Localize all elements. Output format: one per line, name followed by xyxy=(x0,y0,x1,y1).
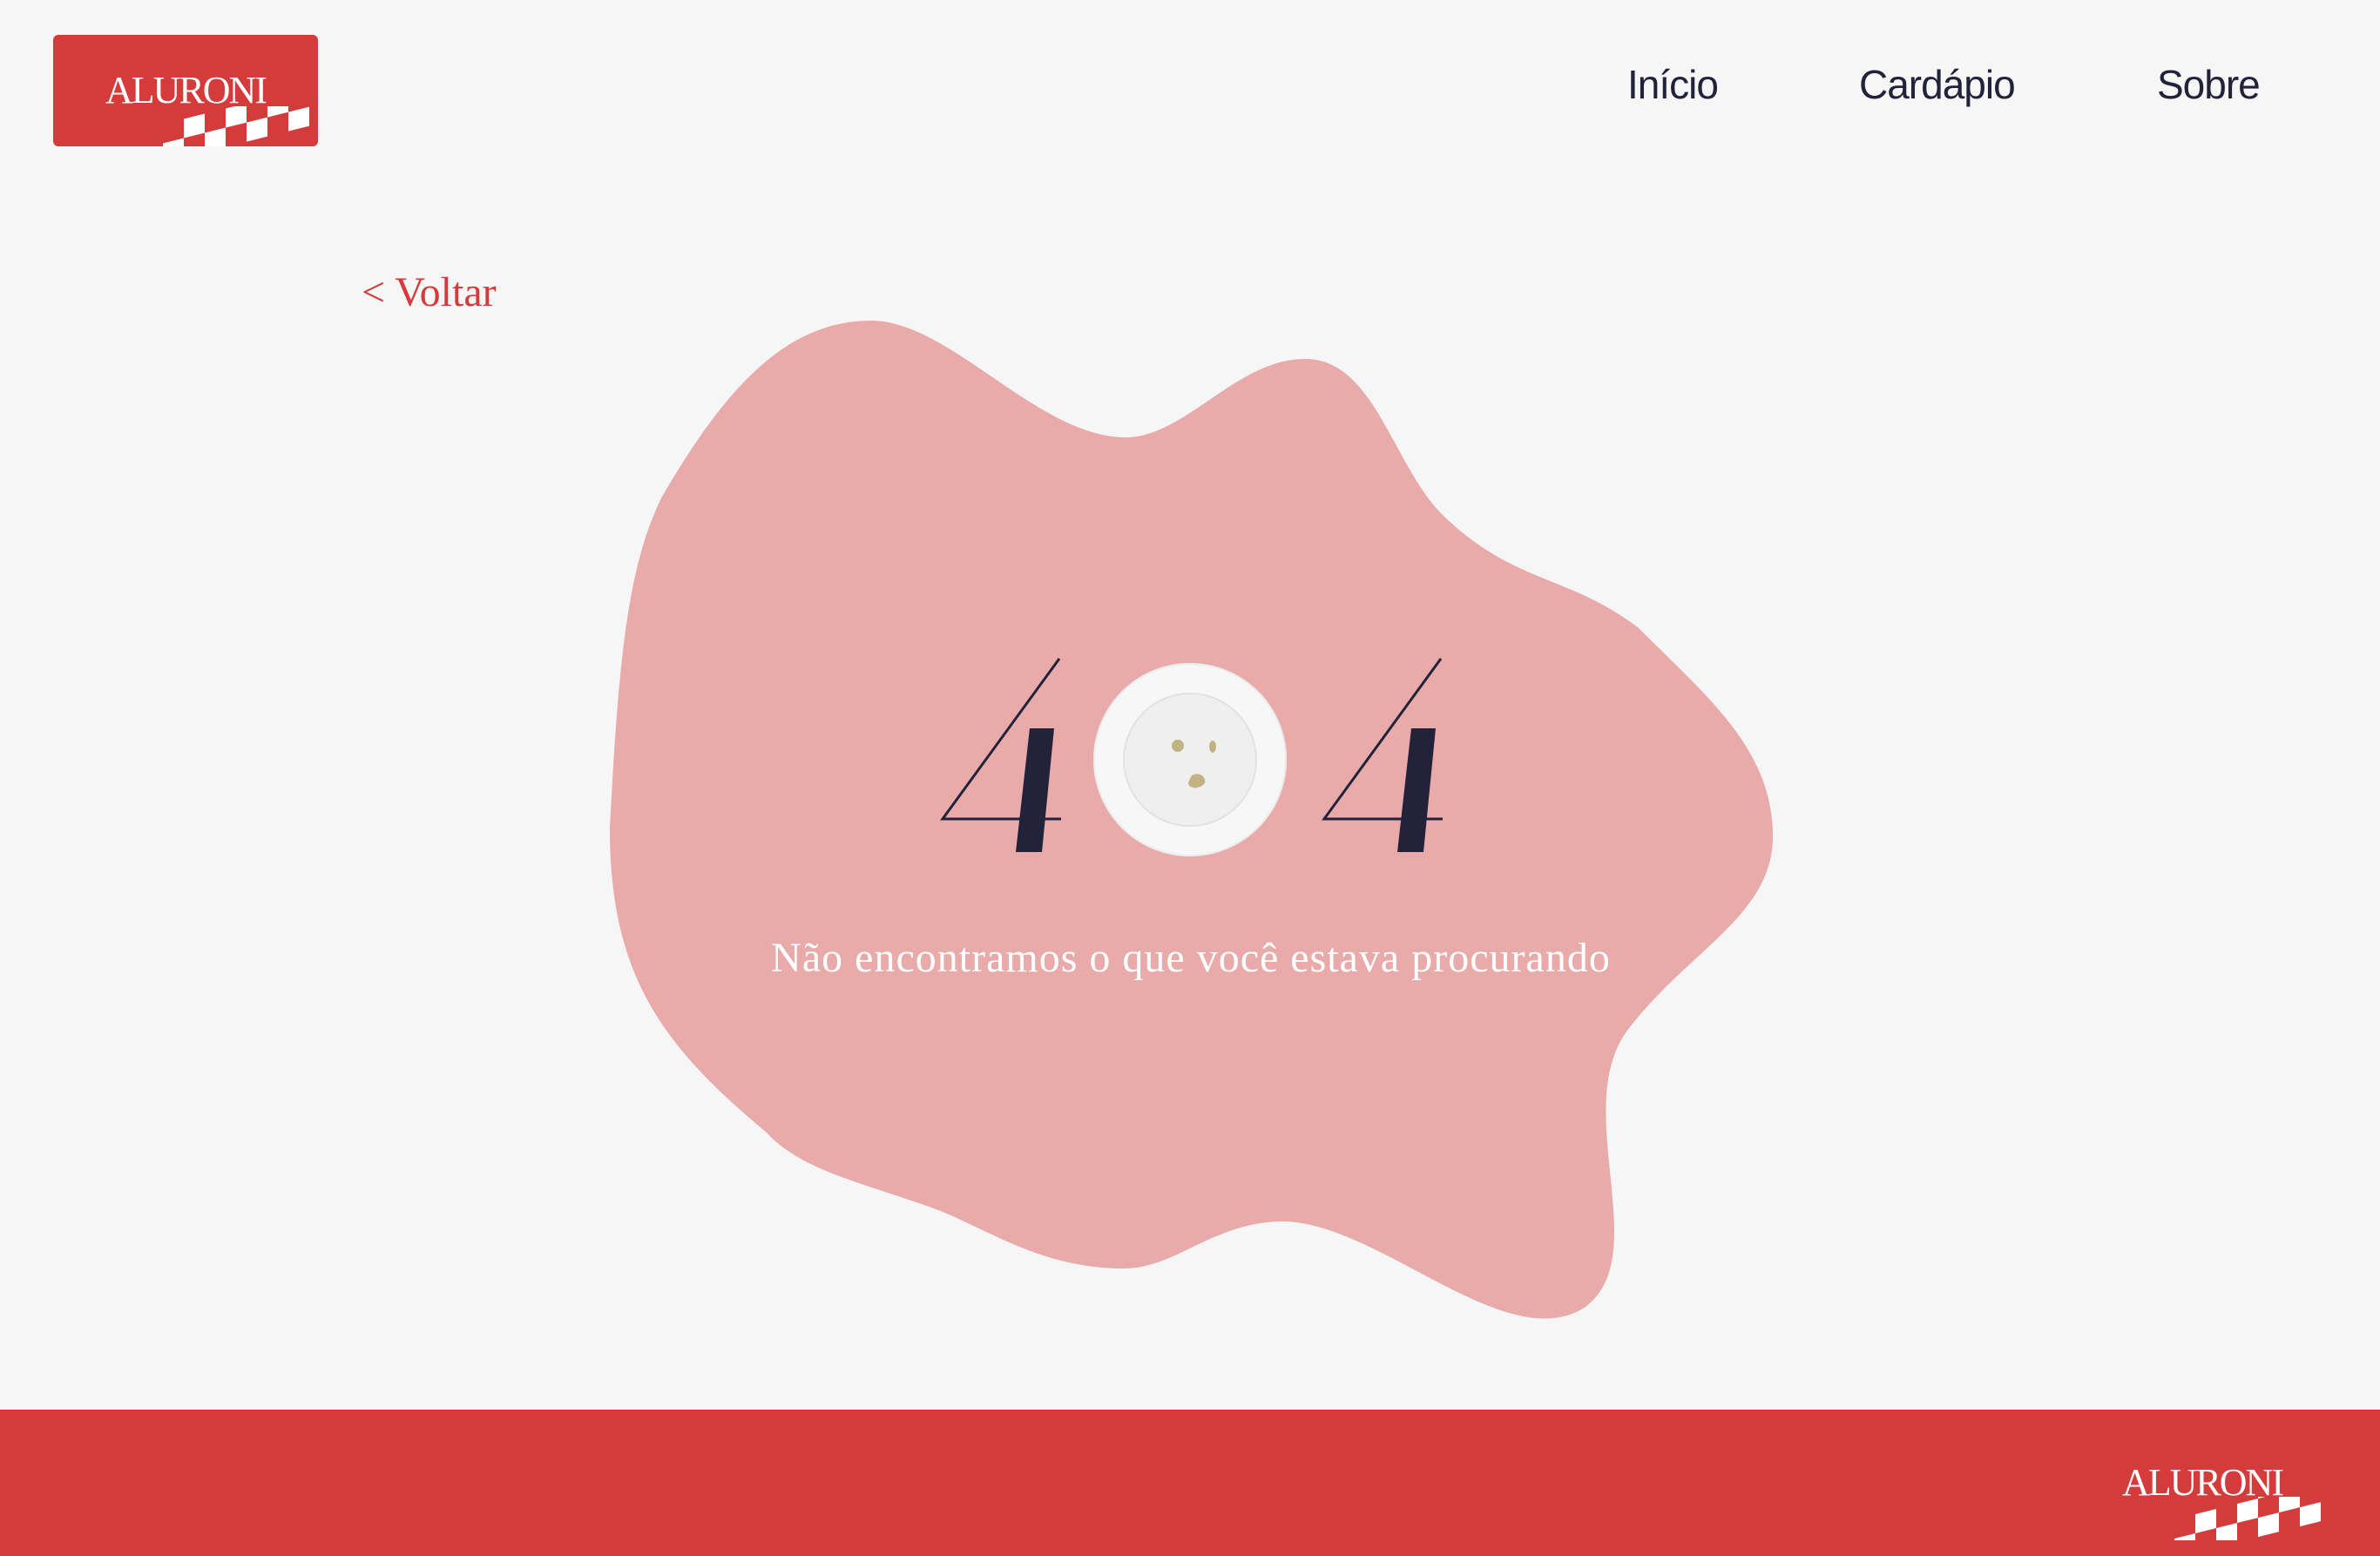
footer xyxy=(0,1410,2380,1556)
plate-icon xyxy=(1093,663,1287,856)
error-message: Não encontramos o que você estava procur… xyxy=(771,935,1611,981)
footer-checkered-flag-icon xyxy=(2174,1497,2321,1540)
error-illustration xyxy=(610,321,1773,1319)
